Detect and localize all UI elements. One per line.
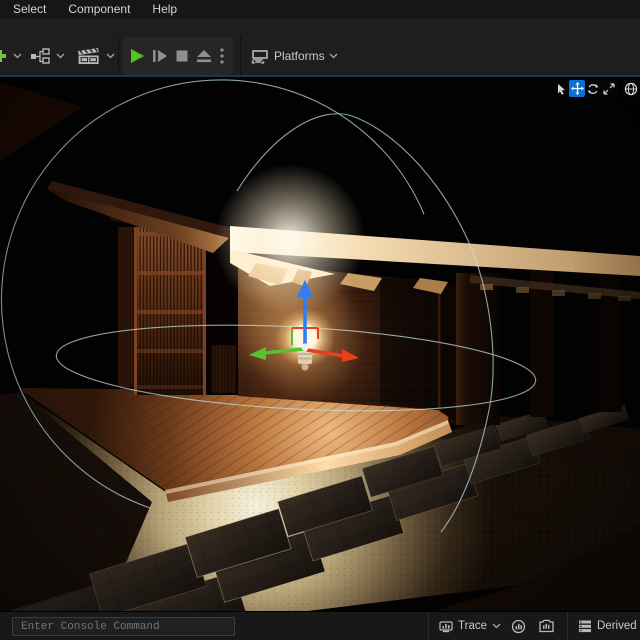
insights-circle-icon — [511, 619, 526, 633]
scale-icon — [603, 82, 615, 95]
add-icon — [0, 50, 6, 62]
insights-session-button[interactable] — [505, 619, 532, 634]
play-button[interactable] — [128, 41, 146, 71]
statusbar-separator — [428, 612, 430, 640]
menu-bar: Select Component Help — [0, 0, 640, 19]
derived-data-label: Derived Dat — [597, 620, 640, 632]
trace-icon — [439, 620, 453, 632]
menu-help[interactable]: Help — [141, 0, 188, 19]
camera-trace-icon — [539, 619, 554, 633]
rotate-icon — [587, 83, 599, 94]
select-mode-button[interactable] — [553, 80, 569, 97]
more-options-icon — [220, 48, 224, 64]
chevron-down-icon — [492, 623, 501, 629]
play-options-button[interactable] — [219, 41, 225, 71]
console-command-input[interactable] — [12, 617, 235, 636]
cursor-icon — [557, 83, 565, 95]
eject-icon — [197, 50, 211, 63]
status-bar-right: Trace Derived — [422, 612, 640, 640]
cinematics-button[interactable] — [76, 41, 115, 71]
chevron-down-icon — [106, 53, 115, 59]
blueprints-icon — [31, 48, 50, 64]
eject-button[interactable] — [195, 41, 213, 71]
main-toolbar: Platforms — [0, 19, 640, 77]
platforms-label: Platforms — [274, 49, 325, 63]
move-icon — [570, 82, 584, 95]
rotate-mode-button[interactable] — [585, 80, 601, 97]
menu-component[interactable]: Component — [57, 0, 141, 19]
stop-icon — [176, 50, 188, 62]
unreal-editor-window: { "window": { "menu_items": ["Select", "… — [0, 0, 640, 640]
globe-icon — [624, 82, 638, 95]
move-mode-button[interactable] — [569, 80, 585, 97]
menu-select[interactable]: Select — [2, 0, 57, 19]
cinematics-icon — [78, 48, 99, 64]
platforms-icon — [251, 49, 268, 64]
statusbar-separator — [567, 612, 568, 640]
frame-skip-icon — [153, 50, 167, 62]
play-icon — [131, 49, 144, 63]
toolbar-separator — [118, 37, 119, 75]
vignette — [0, 77, 640, 612]
level-viewport[interactable] — [0, 77, 640, 612]
platforms-button[interactable]: Platforms — [250, 41, 338, 71]
trace-snapshot-button[interactable] — [532, 619, 561, 633]
chevron-down-icon — [329, 53, 338, 59]
add-content-button[interactable] — [0, 41, 22, 71]
toolbar-separator — [240, 37, 241, 75]
viewport-transform-toolbar — [553, 80, 639, 97]
trace-button[interactable]: Trace — [435, 620, 505, 633]
status-bar: Trace — [0, 611, 640, 640]
blueprints-button[interactable] — [30, 41, 65, 71]
chevron-down-icon — [13, 53, 22, 59]
trace-label: Trace — [458, 620, 487, 632]
scene-render — [0, 77, 640, 612]
frame-skip-button[interactable] — [151, 41, 169, 71]
derived-data-icon — [579, 620, 591, 633]
world-space-toggle-button[interactable] — [623, 80, 639, 97]
stop-button[interactable] — [174, 41, 190, 71]
scale-mode-button[interactable] — [601, 80, 617, 97]
chevron-down-icon — [56, 53, 65, 59]
derived-data-status[interactable]: Derived Dat — [574, 619, 640, 633]
